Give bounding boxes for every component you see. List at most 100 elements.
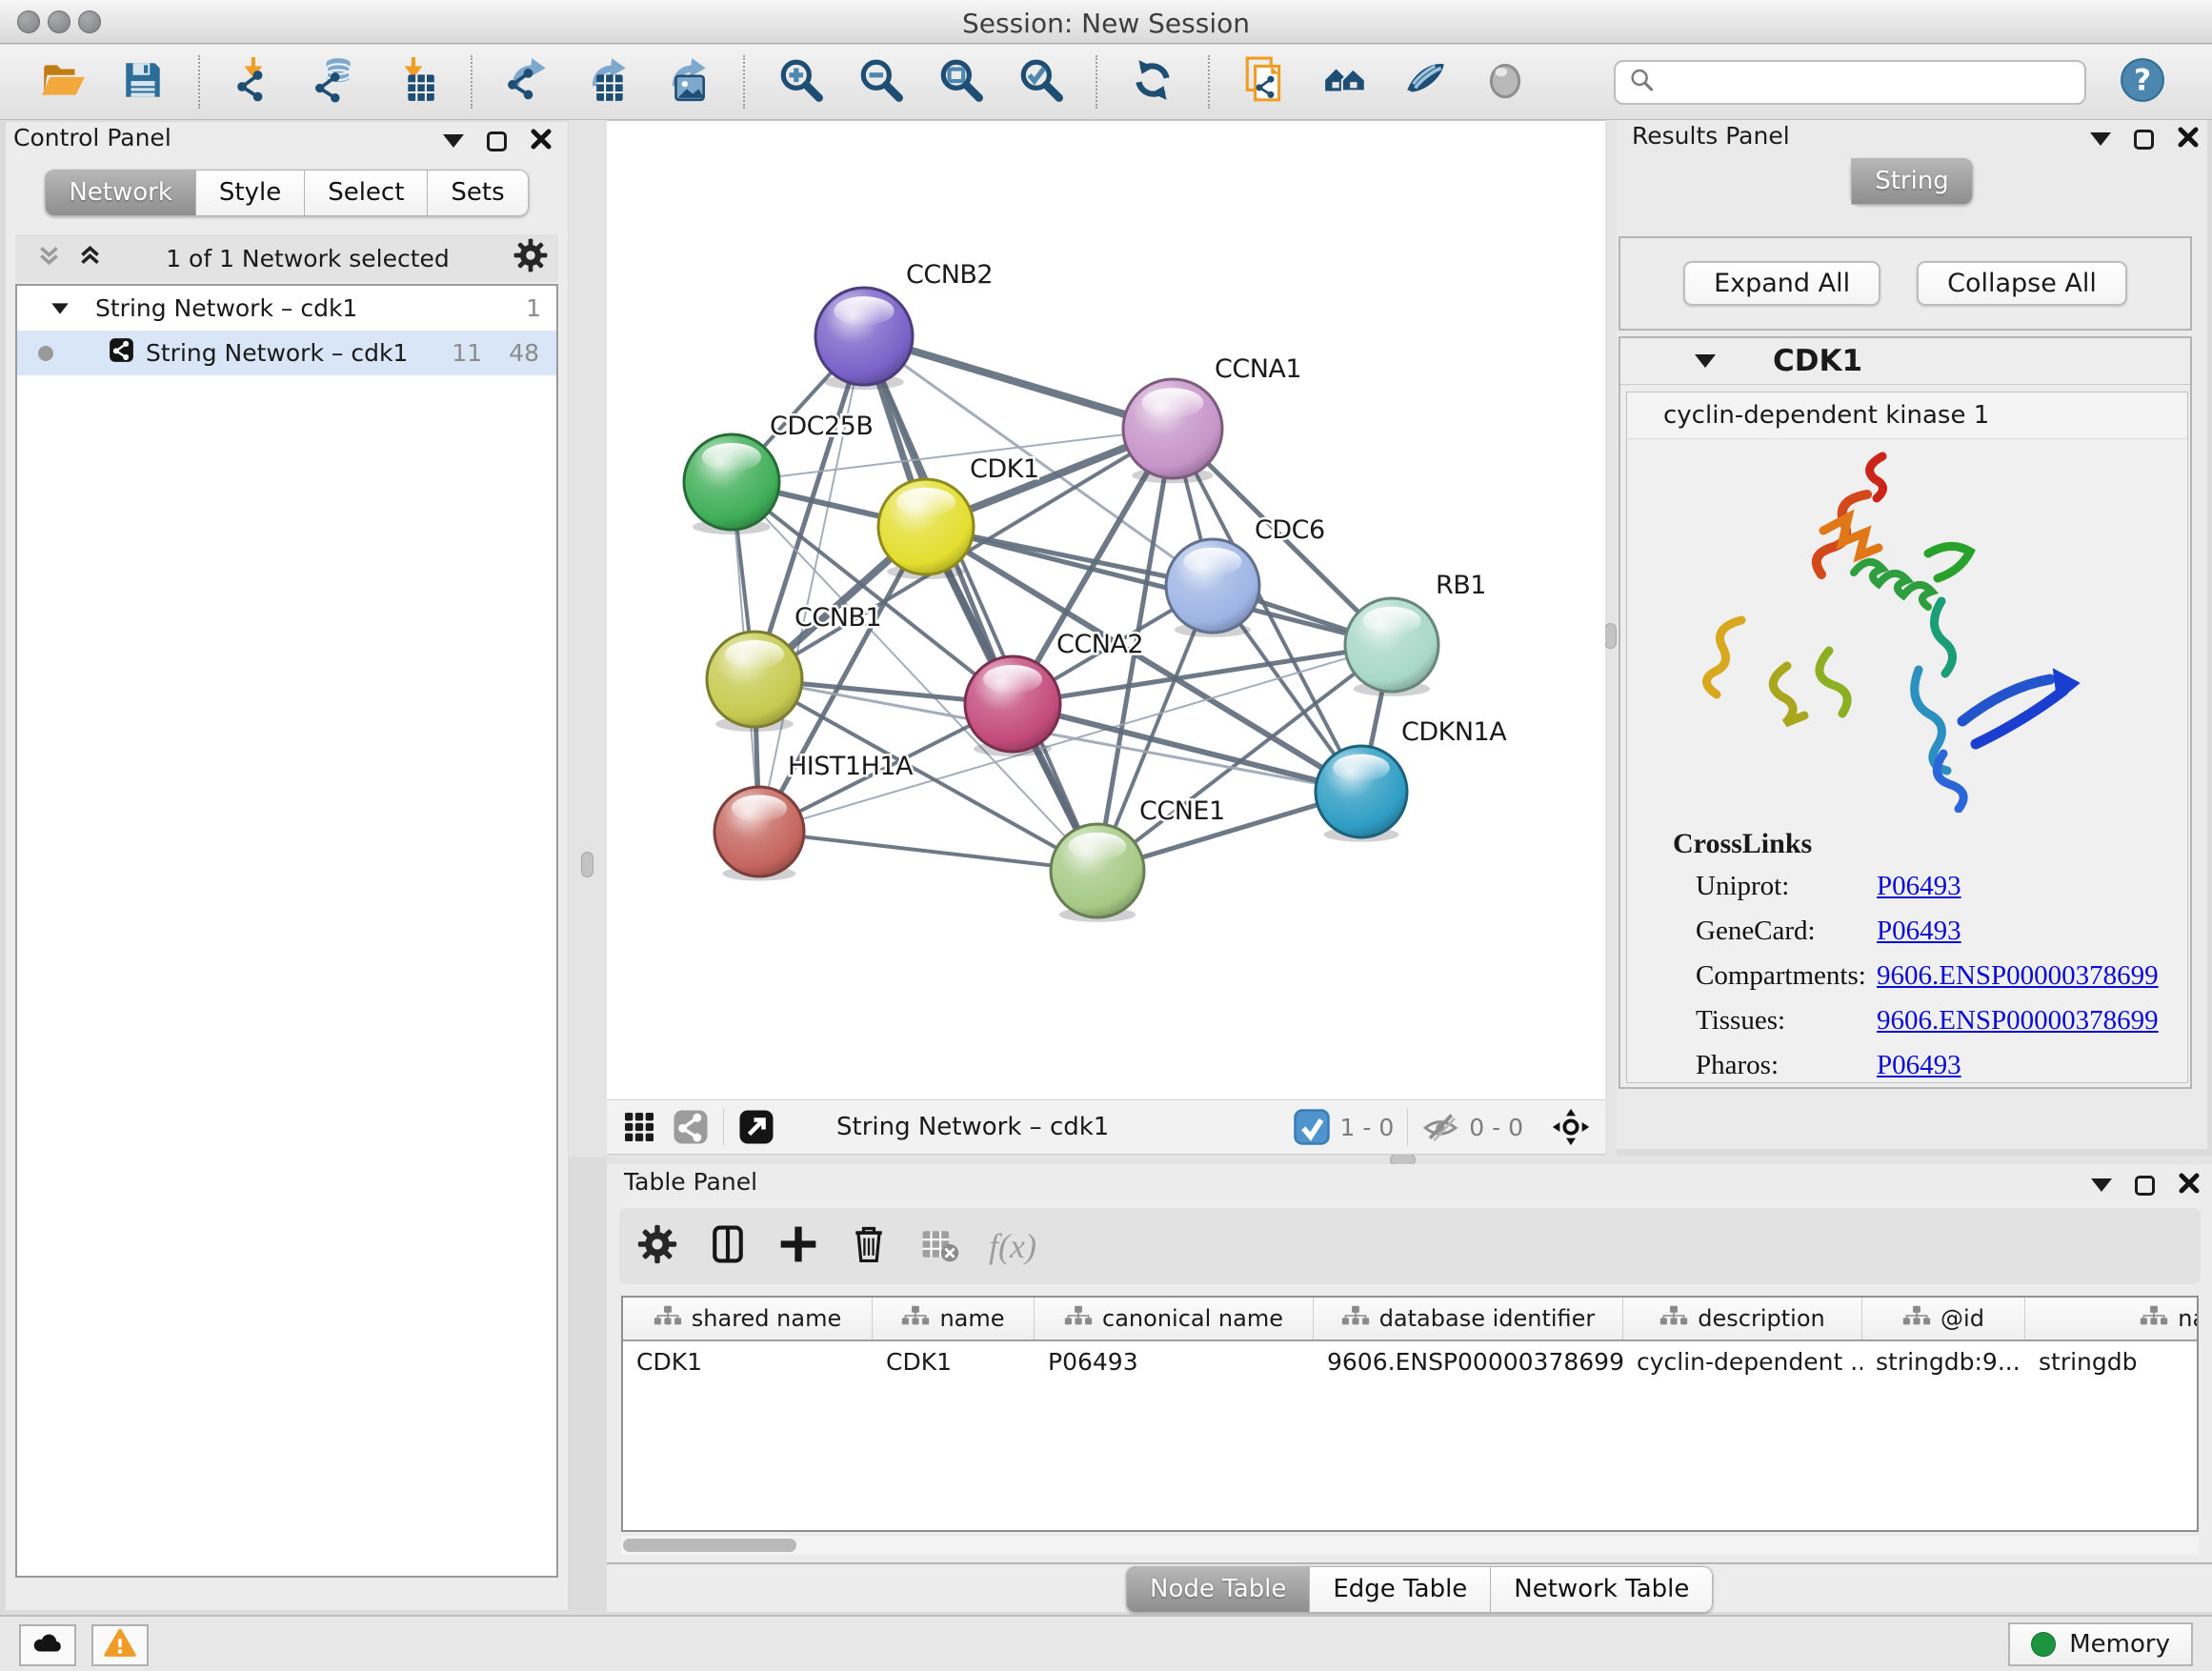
- column-header-canonical-name[interactable]: canonical name: [1035, 1298, 1314, 1339]
- table-cell[interactable]: stringdb:9...: [1862, 1341, 2025, 1383]
- table-row[interactable]: CDK1CDK1P064939606.ENSP00000378699cyclin…: [623, 1341, 2197, 1383]
- crosslink-link[interactable]: P06493: [1877, 1050, 1961, 1081]
- selected-checkbox-icon[interactable]: [1293, 1108, 1331, 1146]
- network-node-CCNE1[interactable]: CCNE1: [1051, 796, 1225, 922]
- export-image-button[interactable]: [661, 53, 714, 111]
- expand-all-button[interactable]: Expand All: [1683, 261, 1880, 306]
- import-table-file-button[interactable]: [389, 53, 442, 111]
- column-header-name[interactable]: name: [873, 1298, 1035, 1339]
- control-panel-menu-icon[interactable]: [443, 134, 464, 148]
- gene-collapse-icon[interactable]: [1695, 354, 1716, 368]
- network-node-CDKN1A[interactable]: CDKN1A: [1316, 717, 1507, 842]
- tab-string[interactable]: String: [1851, 158, 1973, 205]
- results-panel-float-icon[interactable]: [2134, 130, 2154, 150]
- zoom-in-button[interactable]: [774, 53, 827, 111]
- column-header-database-identifier[interactable]: database identifier: [1314, 1298, 1623, 1339]
- first-neighbors-button[interactable]: [1318, 53, 1372, 111]
- table-panel-menu-icon[interactable]: [2091, 1178, 2112, 1192]
- network-list-item[interactable]: String Network – cdk1 11 48: [17, 331, 556, 375]
- tab-sets[interactable]: Sets: [428, 170, 528, 216]
- network-list-item[interactable]: String Network – cdk1 1: [17, 286, 556, 331]
- open-session-button[interactable]: [36, 53, 90, 111]
- birdseye-toggle-icon[interactable]: [1552, 1108, 1590, 1146]
- export-network-button[interactable]: [501, 53, 554, 111]
- search-input[interactable]: [1656, 68, 2084, 96]
- warnings-button[interactable]: [91, 1624, 149, 1666]
- crosslink-link[interactable]: P06493: [1877, 916, 1961, 947]
- apply-layout-button[interactable]: [1126, 53, 1179, 111]
- tab-network[interactable]: Network: [45, 170, 196, 216]
- results-panel-menu-icon[interactable]: [2090, 132, 2111, 146]
- expand-all-icon[interactable]: [77, 243, 103, 274]
- network-node-CDC6[interactable]: CDC6: [1166, 515, 1325, 646]
- import-network-database-button[interactable]: [309, 53, 362, 111]
- table-hscrollbar[interactable]: [621, 1536, 2199, 1555]
- show-columns-icon[interactable]: [707, 1223, 749, 1269]
- left-splitter[interactable]: [569, 120, 607, 1157]
- delete-column-icon[interactable]: [848, 1223, 890, 1269]
- export-table-button[interactable]: [581, 53, 634, 111]
- network-view-icon[interactable]: [672, 1108, 710, 1146]
- table-cell[interactable]: P06493: [1035, 1341, 1314, 1383]
- column-header--id[interactable]: @id: [1862, 1298, 2025, 1339]
- bottom-splitter[interactable]: [607, 1156, 2212, 1164]
- tab-select[interactable]: Select: [305, 170, 428, 216]
- table-hscrollbar-thumb[interactable]: [623, 1539, 796, 1552]
- left-splitter-handle[interactable]: [581, 852, 593, 877]
- cloud-status-button[interactable]: [19, 1624, 76, 1666]
- table-panel-float-icon[interactable]: [2135, 1176, 2155, 1196]
- results-panel-close-icon[interactable]: [2177, 126, 2200, 152]
- gene-card-header[interactable]: CDK1: [1620, 338, 2190, 385]
- memory-button[interactable]: Memory: [2008, 1622, 2193, 1666]
- table-panel-close-icon[interactable]: [2178, 1172, 2201, 1198]
- add-column-icon[interactable]: [777, 1223, 819, 1269]
- table-options-gear-icon[interactable]: [636, 1223, 678, 1269]
- right-splitter-handle[interactable]: [1604, 623, 1617, 649]
- column-header-shared-name[interactable]: shared name: [623, 1298, 873, 1339]
- network-node-RB1[interactable]: RB1: [1345, 571, 1486, 696]
- import-network-file-button[interactable]: [229, 53, 282, 111]
- zoom-selected-button[interactable]: [1014, 53, 1067, 111]
- control-panel-float-icon[interactable]: [487, 131, 507, 151]
- network-edge[interactable]: [759, 832, 1097, 871]
- new-network-selection-button[interactable]: [1238, 53, 1292, 111]
- search-box[interactable]: [1614, 60, 2086, 105]
- collapse-all-button[interactable]: Collapse All: [1917, 261, 2127, 306]
- network-node-CCNA1[interactable]: CCNA1: [1123, 354, 1301, 483]
- network-node-CDC25B[interactable]: CDC25B: [684, 412, 873, 534]
- network-node-HIST1H1A[interactable]: HIST1H1A: [714, 752, 914, 891]
- collapse-all-icon[interactable]: [36, 243, 62, 274]
- table-cell[interactable]: stringdb: [2025, 1341, 2199, 1383]
- hidden-eye-icon[interactable]: [1421, 1108, 1459, 1146]
- zoom-fit-button[interactable]: [934, 53, 987, 111]
- network-graph[interactable]: CCNB2 CCNA1 CDC25B CDK1 CDC6: [607, 121, 1605, 1100]
- toolbar-separator: [1096, 55, 1097, 109]
- crosslink-link[interactable]: 9606.ENSP00000378699: [1877, 1005, 2159, 1037]
- crosslink-link[interactable]: 9606.ENSP00000378699: [1877, 960, 2159, 992]
- right-splitter[interactable]: [1605, 120, 1617, 1157]
- grid-view-icon[interactable]: [620, 1108, 658, 1146]
- column-header-namespace[interactable]: namespace: [2025, 1298, 2199, 1339]
- table-cell[interactable]: CDK1: [623, 1341, 873, 1383]
- tab-node-table[interactable]: Node Table: [1126, 1566, 1310, 1613]
- tab-edge-table[interactable]: Edge Table: [1310, 1566, 1491, 1613]
- zoom-out-button[interactable]: [854, 53, 907, 111]
- network-options-gear-icon[interactable]: [513, 237, 549, 279]
- help-button[interactable]: ?: [2121, 60, 2164, 104]
- network-canvas[interactable]: CCNB2 CCNA1 CDC25B CDK1 CDC6: [607, 120, 1605, 1099]
- crosslink-link[interactable]: P06493: [1877, 871, 1961, 902]
- hide-selected-button[interactable]: [1398, 53, 1452, 111]
- table-cell[interactable]: cyclin-dependent ...: [1623, 1341, 1862, 1383]
- network-node-CCNB1[interactable]: CCNB1: [707, 603, 881, 732]
- network-node-CDK1[interactable]: CDK1: [878, 454, 1039, 579]
- table-cell[interactable]: 9606.ENSP00000378699: [1314, 1341, 1623, 1383]
- tab-style[interactable]: Style: [196, 170, 305, 216]
- tree-expander-icon[interactable]: [51, 303, 69, 313]
- column-header-description[interactable]: description: [1623, 1298, 1862, 1339]
- detach-view-icon[interactable]: [737, 1108, 775, 1146]
- show-graphics-details-button[interactable]: [1478, 53, 1532, 111]
- control-panel-close-icon[interactable]: [530, 128, 553, 154]
- table-cell[interactable]: CDK1: [873, 1341, 1035, 1383]
- tab-network-table[interactable]: Network Table: [1491, 1566, 1713, 1613]
- save-session-button[interactable]: [116, 53, 170, 111]
